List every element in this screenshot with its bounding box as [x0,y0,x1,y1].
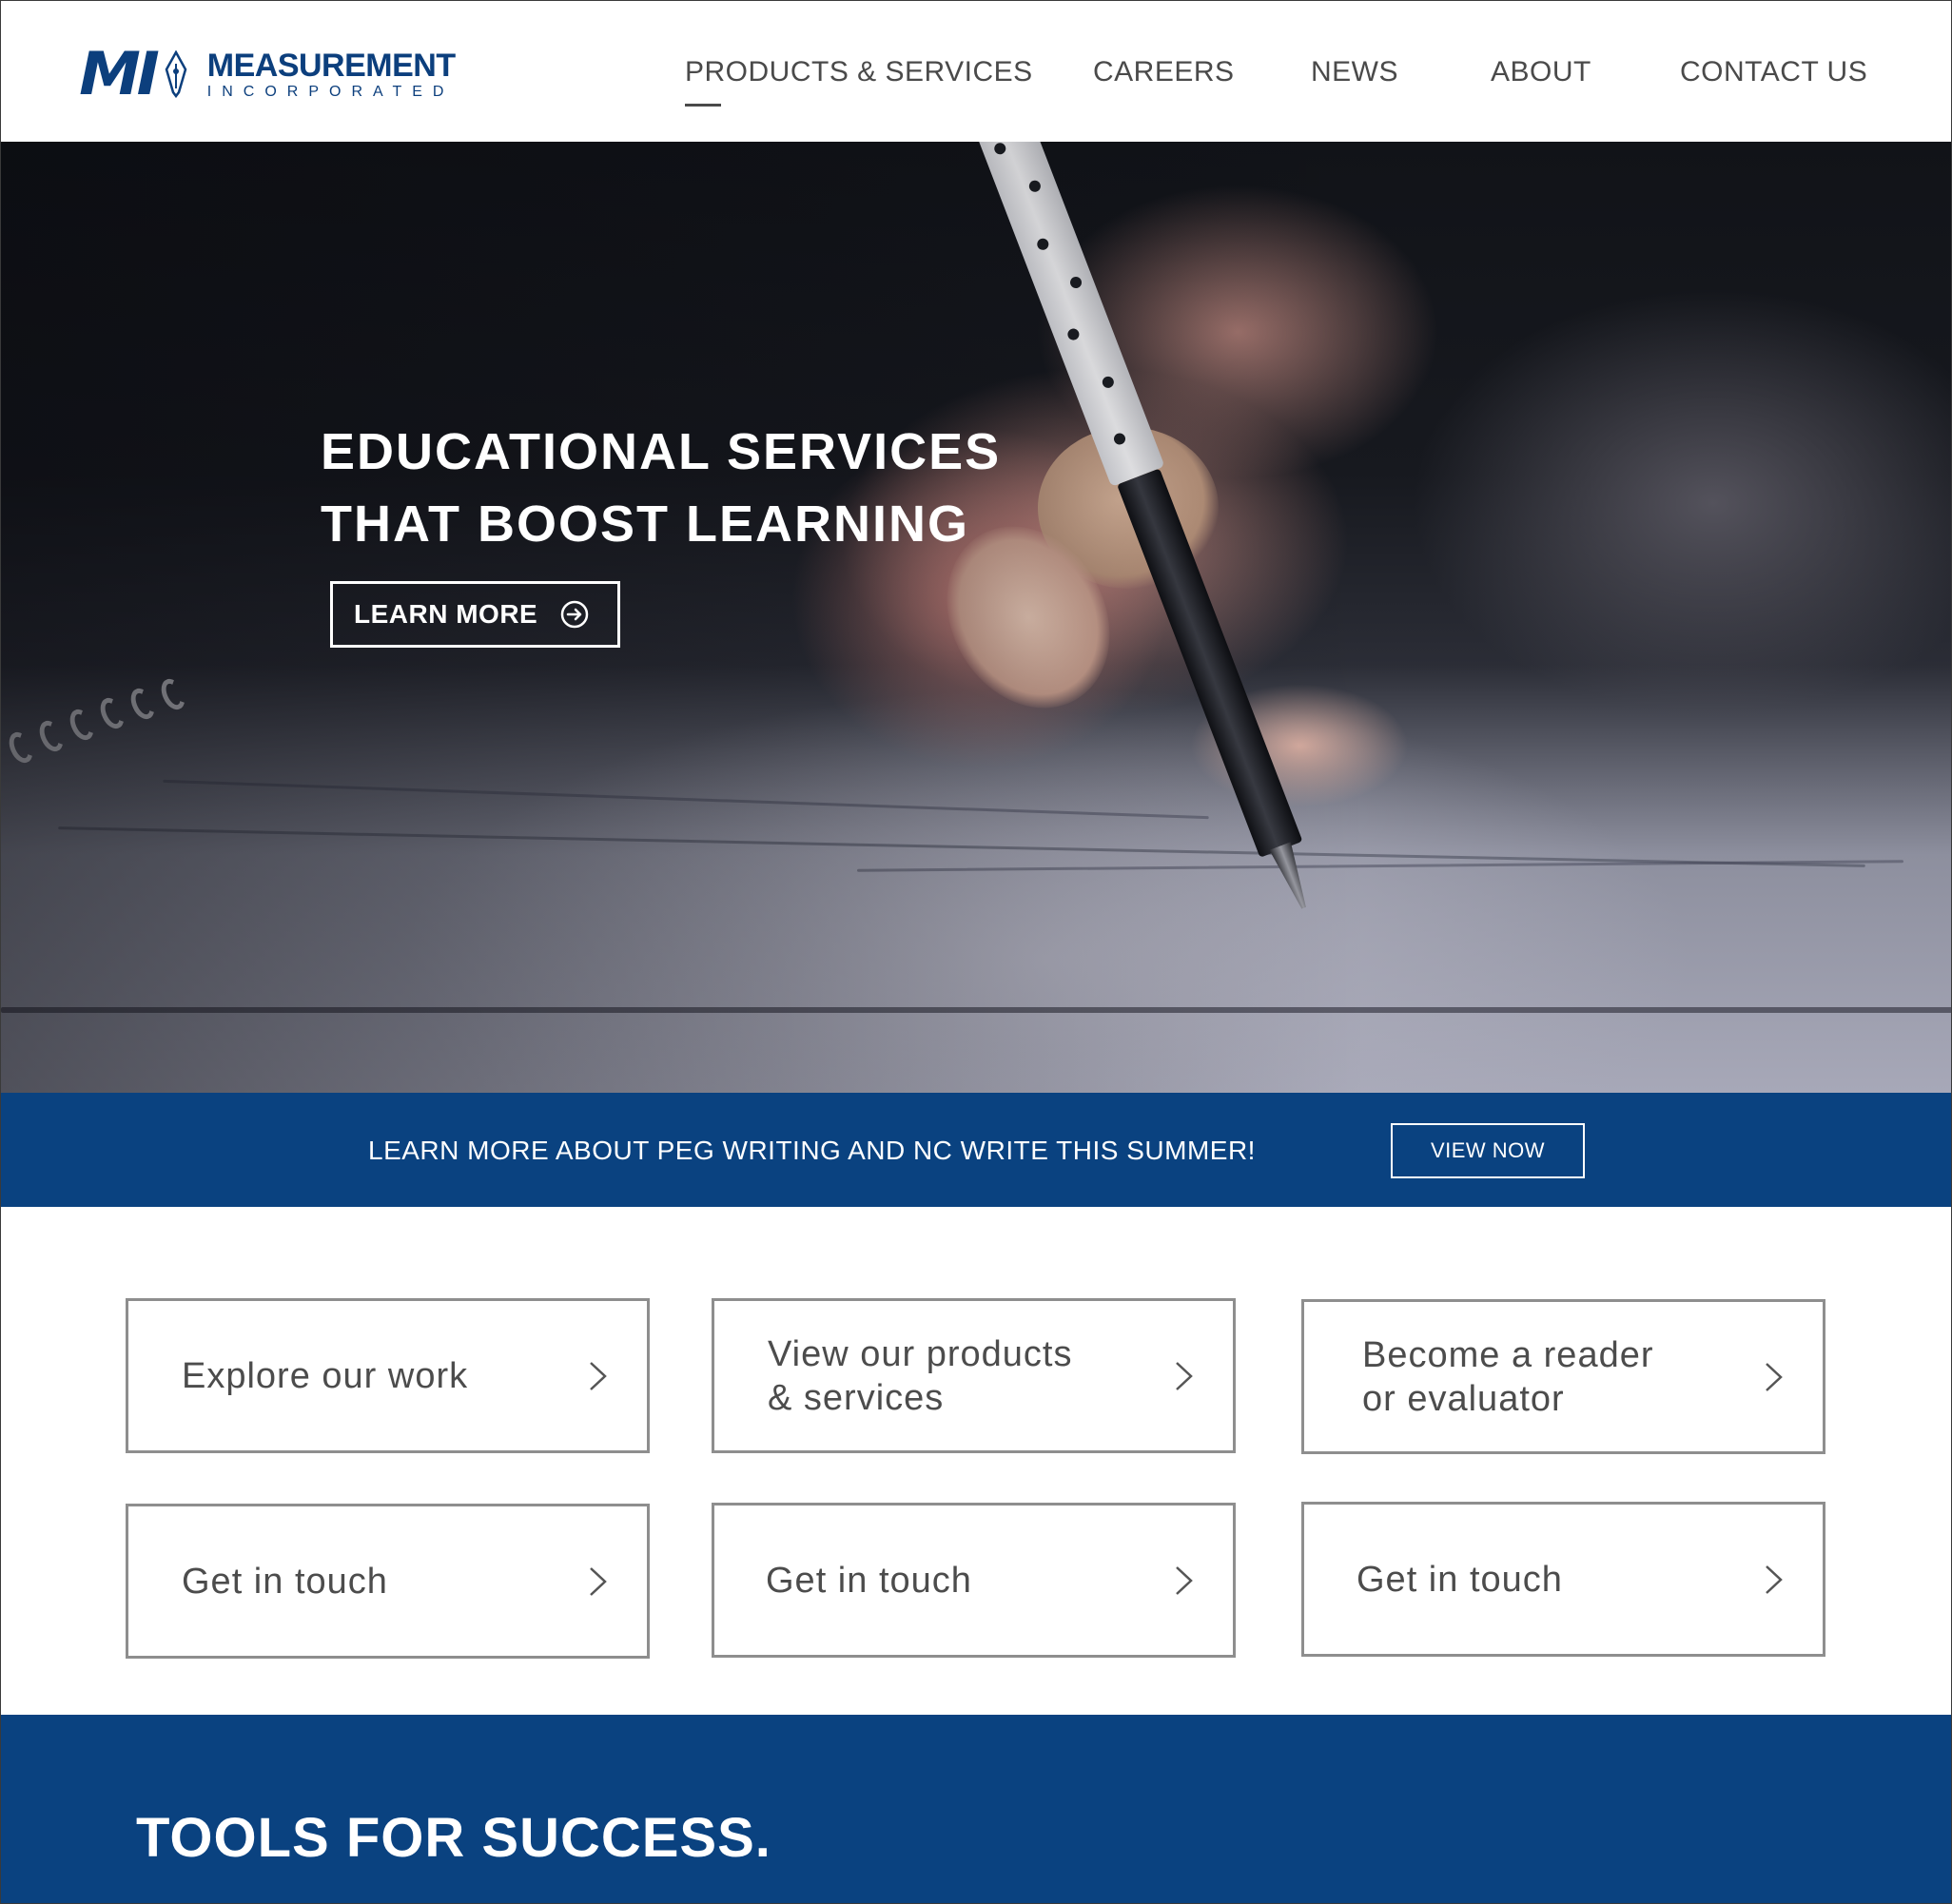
card-explore-our-work[interactable]: Explore our work [126,1298,650,1453]
page-frame: MI MEASUREMENT INCORPORATED PRODUCTS & S… [0,0,1952,1904]
card-view-products-services[interactable]: View our products & services [712,1298,1236,1453]
card-get-in-touch-3[interactable]: Get in touch [1301,1502,1825,1657]
card-label-line-1: View our products [768,1333,1073,1374]
nav-careers[interactable]: CAREERS [1093,56,1235,88]
card-get-in-touch-2[interactable]: Get in touch [712,1503,1236,1658]
card-label: Get in touch [766,1559,1146,1603]
card-label-line-1: Get in touch [182,1561,388,1602]
card-label-line-1: Become a reader [1362,1334,1654,1375]
arrow-circle-right-icon [560,600,589,629]
card-label-line-1: Get in touch [766,1560,972,1601]
nav-active-indicator [685,104,721,107]
announcement-banner: LEARN MORE ABOUT PEG WRITING AND NC WRIT… [1,1093,1951,1207]
card-label: View our products & services [768,1332,1148,1420]
card-label: Explore our work [182,1354,562,1398]
site-header: MI MEASUREMENT INCORPORATED PRODUCTS & S… [1,1,1951,142]
chevron-right-icon [590,1566,607,1596]
view-now-button[interactable]: VIEW NOW [1391,1123,1585,1178]
nav-products-services[interactable]: PRODUCTS & SERVICES [685,56,1033,88]
hero-image [1,142,1951,1093]
card-label: Get in touch [1357,1558,1737,1602]
chevron-right-icon [1766,1362,1783,1391]
chevron-right-icon [1766,1564,1783,1594]
card-label: Get in touch [182,1560,562,1603]
nav-about[interactable]: ABOUT [1491,56,1591,88]
card-label-line-2: or evaluator [1362,1378,1565,1419]
view-now-label: VIEW NOW [1430,1138,1546,1162]
card-label: Become a reader or evaluator [1362,1333,1743,1421]
card-label-line-1: Explore our work [182,1355,469,1396]
learn-more-label: LEARN MORE [354,599,538,629]
hero-title: EDUCATIONAL SERVICES THAT BOOST LEARNING [321,416,1001,560]
chevron-right-icon [1176,1361,1193,1390]
tools-title: TOOLS FOR SUCCESS. [136,1807,771,1869]
card-become-reader-evaluator[interactable]: Become a reader or evaluator [1301,1299,1825,1454]
hero-title-line-1: EDUCATIONAL SERVICES [321,423,1002,480]
nav-news[interactable]: NEWS [1311,56,1398,88]
hero-section: EDUCATIONAL SERVICES THAT BOOST LEARNING… [1,142,1951,1093]
nav-contact-us[interactable]: CONTACT US [1680,56,1867,88]
tools-section: TOOLS FOR SUCCESS. [1,1715,1951,1903]
chevron-right-icon [1176,1565,1193,1595]
main-nav: PRODUCTS & SERVICES CAREERS NEWS ABOUT C… [1,56,1951,107]
card-label-line-2: & services [768,1377,945,1418]
card-get-in-touch-1[interactable]: Get in touch [126,1504,650,1659]
banner-text: LEARN MORE ABOUT PEG WRITING AND NC WRIT… [368,1136,1256,1165]
learn-more-button[interactable]: LEARN MORE [330,581,620,648]
chevron-right-icon [590,1361,607,1390]
card-label-line-1: Get in touch [1357,1559,1563,1600]
hero-title-line-2: THAT BOOST LEARNING [321,495,969,553]
